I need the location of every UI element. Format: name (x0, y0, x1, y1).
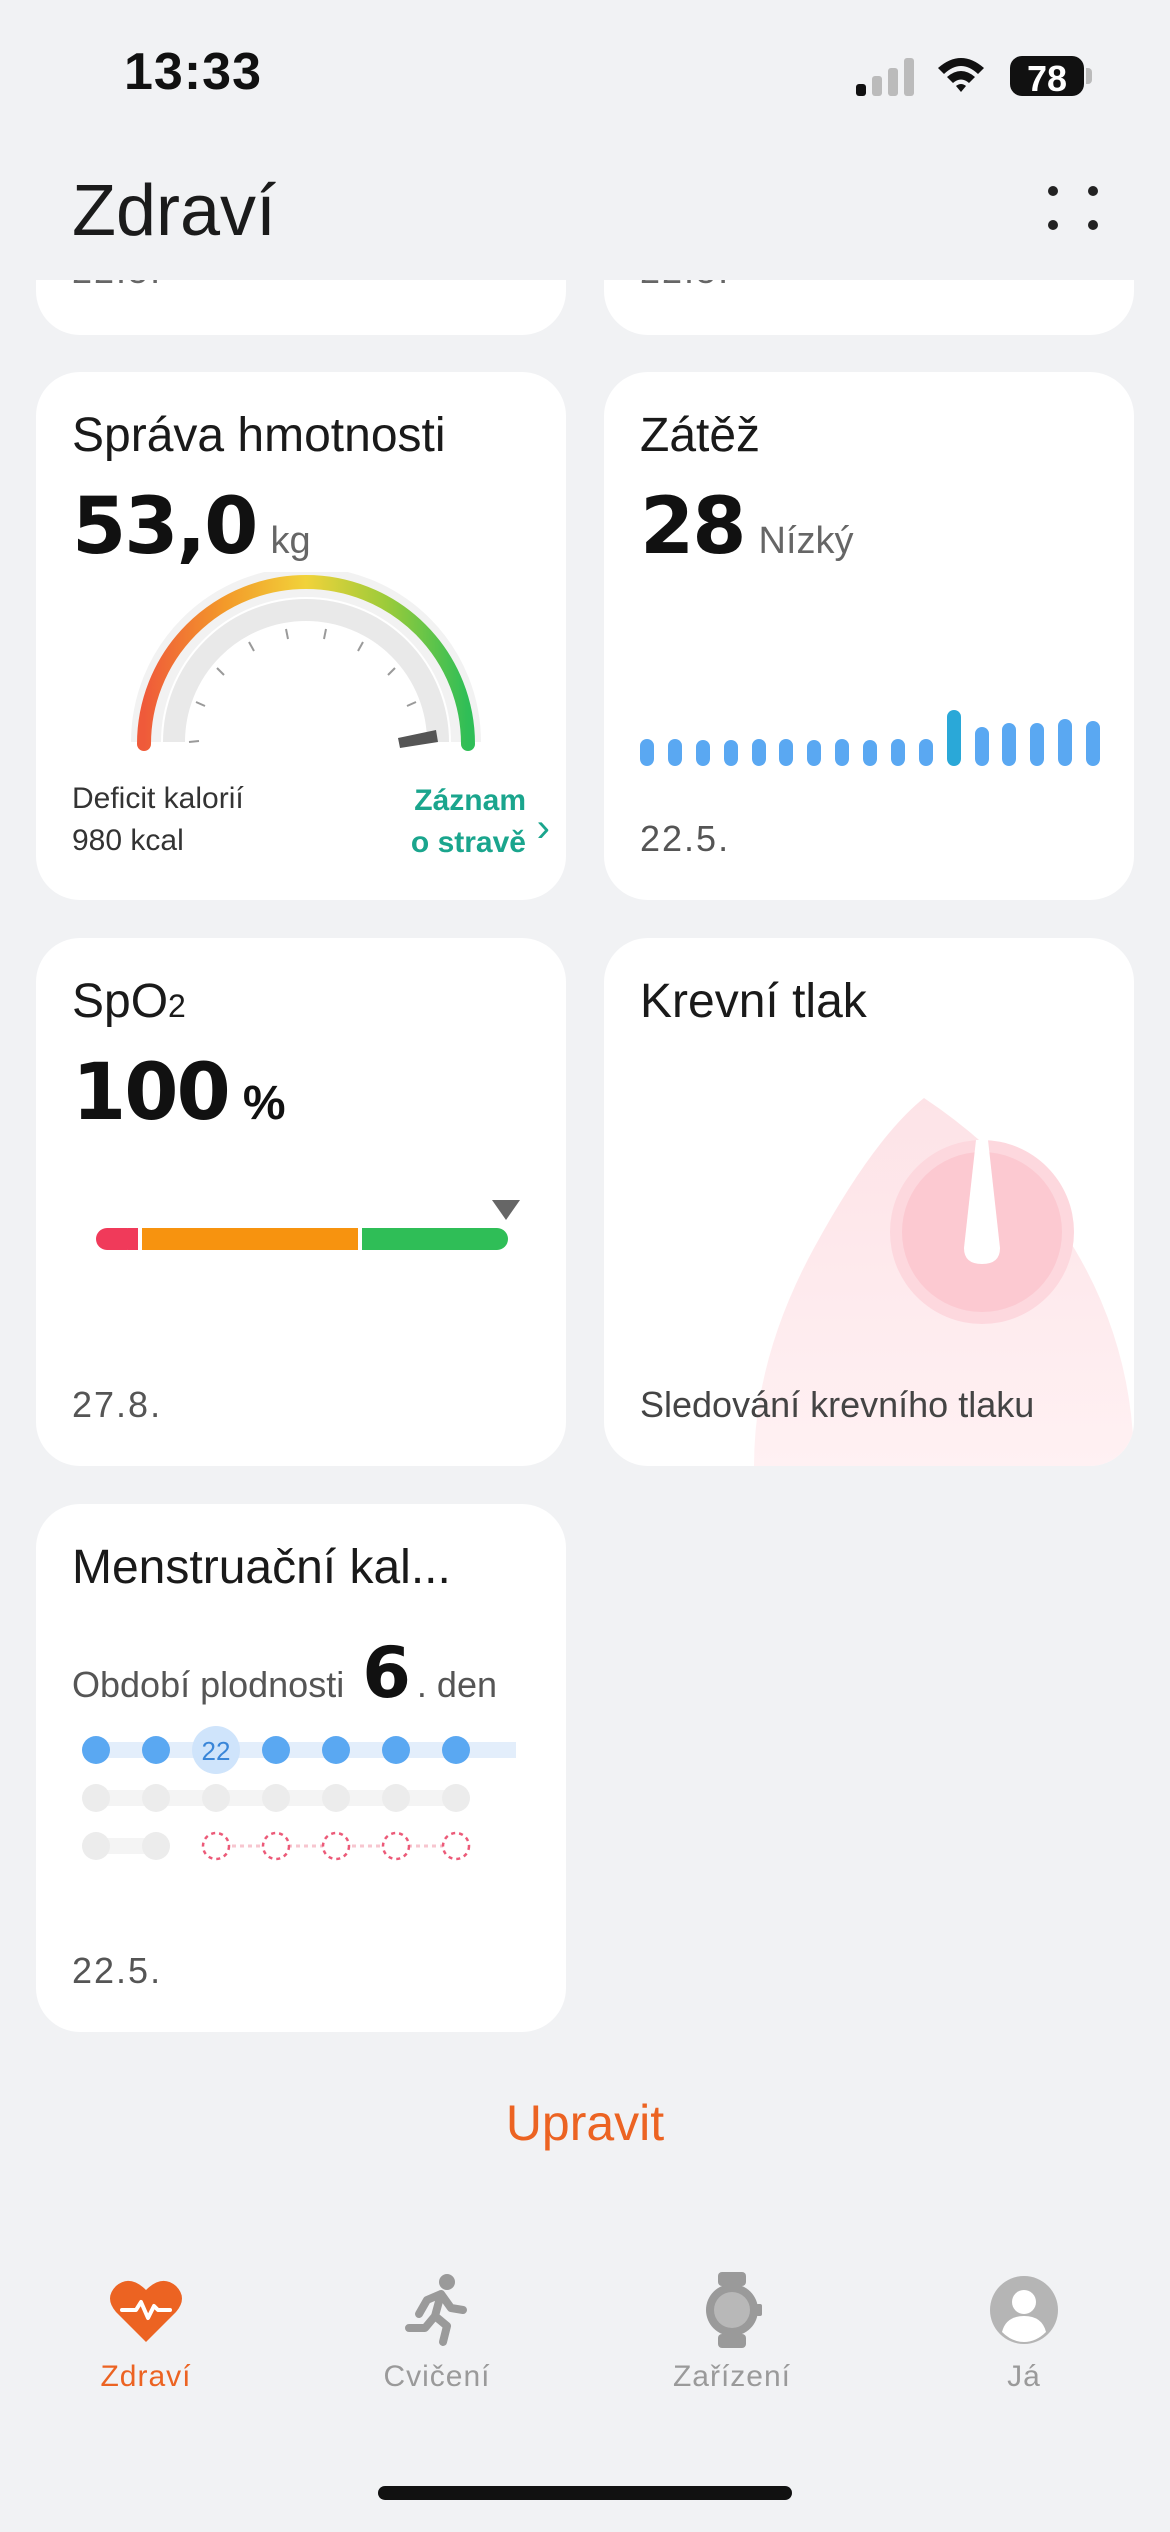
tab-label: Zařízení (672, 2360, 792, 2393)
load-bar (724, 740, 738, 766)
load-bar (696, 740, 710, 766)
card-date: 27.8. (72, 1384, 163, 1425)
wifi-icon (938, 58, 984, 92)
edit-button[interactable]: Upravit (0, 2094, 1170, 2152)
calendar-highlight-day: 22 (202, 1736, 231, 1766)
weight-value: 53,0 (72, 482, 258, 572)
fertility-row: Období plodnosti 6. den (72, 1632, 497, 1714)
tab-health[interactable]: Zdraví (36, 2270, 256, 2394)
battery-icon: 78 (1010, 56, 1084, 99)
cycle-day-number: 6 (362, 1632, 411, 1714)
status-time: 13:33 (124, 43, 262, 101)
tab-me[interactable]: Já (914, 2270, 1134, 2394)
calorie-deficit-value: 980 kcal (72, 824, 184, 857)
cycle-phase-label: Období plodnosti (72, 1664, 345, 1705)
spo2-card[interactable]: SpO2 100% 27.8. (36, 938, 566, 1466)
load-bar (1058, 719, 1072, 766)
load-bar (975, 727, 989, 766)
spo2-scale-mid (142, 1228, 358, 1250)
load-bar (891, 739, 905, 766)
spo2-title: SpO (72, 975, 169, 1028)
load-bar (1030, 723, 1044, 766)
cellular-signal-icon (856, 58, 914, 96)
more-menu-button[interactable] (1040, 178, 1106, 236)
weight-value-row: 53,0 kg (72, 482, 311, 572)
running-icon (405, 2274, 467, 2346)
watch-icon (706, 2272, 762, 2348)
spo2-value: 100 (72, 1048, 231, 1138)
weight-gauge (131, 572, 481, 751)
load-bar (752, 739, 766, 766)
load-value-row: 28 Nízký (640, 482, 854, 572)
card-title: Menstruační kal... (72, 1541, 451, 1594)
calorie-deficit-label: Deficit kalorií (72, 782, 244, 815)
food-log-link-line1: Záznam (414, 784, 526, 817)
card-title: Zátěž (640, 409, 761, 462)
spo2-scale-high (362, 1228, 508, 1250)
food-log-link[interactable]: Záznam o stravě (366, 780, 526, 864)
load-value: 28 (640, 482, 747, 572)
load-bar (863, 740, 877, 766)
battery-tip (1086, 68, 1092, 84)
tab-devices[interactable]: Zařízení (622, 2270, 842, 2394)
load-bar-chart (640, 688, 1100, 766)
load-bar (779, 739, 793, 766)
card-title: Správa hmotnosti (72, 409, 446, 462)
spo2-unit: % (242, 1077, 286, 1130)
card-date: 22.5. (640, 818, 731, 859)
spo2-title-subscript: 2 (168, 988, 186, 1024)
cycle-calendar-grid: 22 (82, 1726, 516, 1861)
load-bar (668, 739, 682, 766)
load-bar (947, 710, 961, 766)
card-date: 22.5. (72, 1950, 163, 1991)
load-level: Nízký (758, 520, 854, 562)
load-bar (919, 739, 933, 766)
card-title: Krevní tlak (640, 975, 867, 1028)
load-bar (1086, 721, 1100, 766)
heart-icon (110, 2280, 182, 2342)
tab-label: Já (1007, 2360, 1041, 2393)
load-bar (807, 740, 821, 766)
training-load-card[interactable]: Zátěž 28 Nízký 22.5. (604, 372, 1134, 900)
user-icon (990, 2276, 1058, 2344)
tab-label: Zdraví (100, 2360, 192, 2393)
blood-pressure-card[interactable]: Krevní tlak Sledování krevního tlaku (604, 938, 1134, 1466)
load-bar (640, 739, 654, 766)
page-title: Zdraví (72, 171, 277, 251)
spo2-value-row: 100% (72, 1048, 286, 1138)
load-bar (1002, 723, 1016, 766)
load-bar (835, 739, 849, 766)
food-log-link-line2: o stravě (410, 826, 526, 859)
weight-management-card[interactable]: Správa hmotnosti 53,0 kg Deficit kalorií… (36, 372, 566, 900)
spo2-scale (96, 1228, 508, 1250)
blood-pressure-subtitle: Sledování krevního tlaku (640, 1384, 1035, 1425)
battery-level: 78 (1026, 58, 1068, 99)
menstrual-calendar-card[interactable]: Menstruační kal... Období plodnosti 6. de… (36, 1504, 566, 2032)
home-indicator (378, 2486, 792, 2500)
spo2-marker-icon (492, 1200, 520, 1220)
chevron-right-icon: › (536, 806, 550, 850)
tab-exercise[interactable]: Cvičení (327, 2270, 547, 2394)
card-title: SpO2 (72, 974, 186, 1029)
weight-unit: kg (270, 520, 311, 562)
cycle-day-unit: . den (416, 1664, 497, 1705)
tab-label: Cvičení (383, 2360, 491, 2393)
